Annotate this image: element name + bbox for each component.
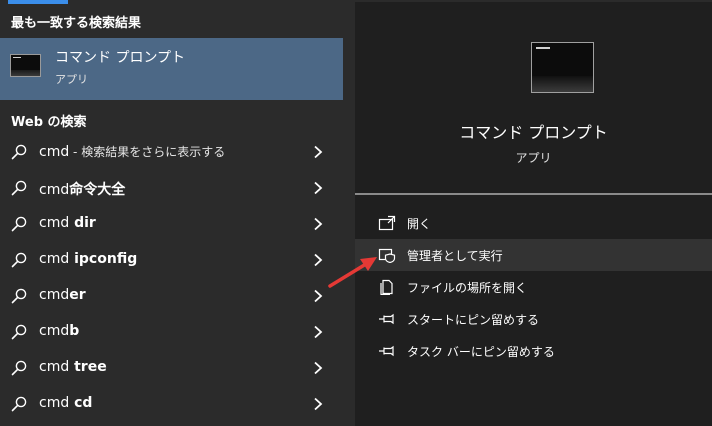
- suggestion-text: cmd cd: [39, 395, 92, 411]
- best-match-header: 最も一致する検索結果: [11, 16, 142, 31]
- app-details-pane: コマンド プロンプト アプリ 開く 管理者として実行 ファイルの場所を開く スタ…: [355, 2, 712, 426]
- action-label: スタートにピン留めする: [407, 313, 540, 327]
- start-search-window: 最も一致する検索結果 コマンド プロンプト アプリ Web の検索 cmd - …: [0, 0, 712, 426]
- web-suggestion-item[interactable]: cmd tree: [0, 350, 343, 386]
- best-match-title: コマンド プロンプト: [55, 50, 186, 66]
- suggestion-query: cmd: [39, 144, 70, 160]
- search-results-pane: 最も一致する検索結果 コマンド プロンプト アプリ Web の検索 cmd - …: [0, 0, 343, 426]
- web-suggestion-item[interactable]: cmder: [0, 278, 343, 314]
- action-open[interactable]: 開く: [355, 207, 712, 239]
- search-icon: [11, 252, 27, 268]
- suggestion-text: cmd ipconfig: [39, 251, 137, 267]
- suggestion-text: cmd - 検索結果をさらに表示する: [39, 143, 225, 160]
- search-icon: [11, 360, 27, 376]
- chevron-right-icon[interactable]: [312, 361, 324, 375]
- chevron-right-icon[interactable]: [312, 217, 324, 231]
- suggestion-completion: b: [69, 323, 80, 339]
- suggestion-query: cmd: [39, 287, 70, 303]
- search-icon: [11, 288, 27, 304]
- chevron-right-icon[interactable]: [312, 181, 324, 195]
- suggestion-query: cmd: [39, 251, 70, 267]
- web-suggestion-item[interactable]: cmdb: [0, 314, 343, 350]
- action-label: ファイルの場所を開く: [407, 281, 528, 295]
- action-pin-to-taskbar[interactable]: タスク バーにピン留めする: [355, 335, 712, 367]
- search-icon: [11, 144, 27, 160]
- best-match-subtitle: アプリ: [55, 73, 88, 86]
- pin-icon: [379, 345, 394, 357]
- search-icon: [11, 216, 27, 232]
- suggestion-query: cmd: [39, 395, 70, 411]
- active-tab-indicator: [8, 0, 68, 4]
- suggestion-completion: tree: [69, 359, 107, 375]
- app-title: コマンド プロンプト: [459, 123, 608, 142]
- suggestion-query: cmd: [39, 323, 70, 339]
- web-suggestion-item[interactable]: cmd - 検索結果をさらに表示する: [0, 134, 343, 170]
- suggestion-completion: 命令大全: [69, 182, 126, 198]
- web-suggestion-item[interactable]: cmd命令大全: [0, 170, 343, 206]
- action-label: 管理者として実行: [407, 249, 503, 263]
- search-icon: [11, 180, 27, 196]
- web-suggestion-item[interactable]: cmd dir: [0, 206, 343, 242]
- annotation-arrow: [328, 257, 377, 288]
- chevron-right-icon[interactable]: [312, 397, 324, 411]
- web-search-header: Web の検索: [11, 115, 87, 130]
- suggestion-completion: dir: [69, 215, 96, 231]
- action-label: 開く: [407, 217, 432, 231]
- action-label: タスク バーにピン留めする: [407, 345, 555, 359]
- action-open-file-location[interactable]: ファイルの場所を開く: [355, 271, 712, 303]
- suggestion-completion: cd: [69, 395, 93, 411]
- suggestion-query: cmd: [39, 359, 70, 375]
- chevron-right-icon[interactable]: [312, 145, 324, 159]
- search-icon: [11, 324, 27, 340]
- search-icon: [11, 396, 27, 412]
- command-prompt-large-icon: [531, 42, 594, 93]
- suggestion-query: cmd: [39, 182, 70, 198]
- app-subtitle: アプリ: [515, 151, 552, 165]
- action-run-as-admin[interactable]: 管理者として実行: [355, 239, 712, 271]
- web-suggestion-item[interactable]: cmd ipconfig: [0, 242, 343, 278]
- suggestion-text: cmd dir: [39, 215, 96, 231]
- suggestion-completion: er: [69, 287, 86, 303]
- suggestion-completion: - 検索結果をさらに表示する: [69, 145, 226, 159]
- suggestion-text: cmdb: [39, 323, 79, 339]
- divider: [355, 193, 712, 195]
- suggestion-query: cmd: [39, 215, 70, 231]
- open-icon: [378, 215, 396, 231]
- command-prompt-icon: [10, 54, 41, 77]
- action-pin-to-start[interactable]: スタートにピン留めする: [355, 303, 712, 335]
- web-suggestion-item[interactable]: cmd cd: [0, 386, 343, 422]
- suggestion-text: cmd tree: [39, 359, 107, 375]
- suggestion-completion: ipconfig: [69, 251, 138, 267]
- chevron-right-icon[interactable]: [312, 325, 324, 339]
- suggestion-text: cmder: [39, 287, 86, 303]
- suggestion-text: cmd命令大全: [39, 179, 125, 199]
- pin-icon: [379, 313, 394, 325]
